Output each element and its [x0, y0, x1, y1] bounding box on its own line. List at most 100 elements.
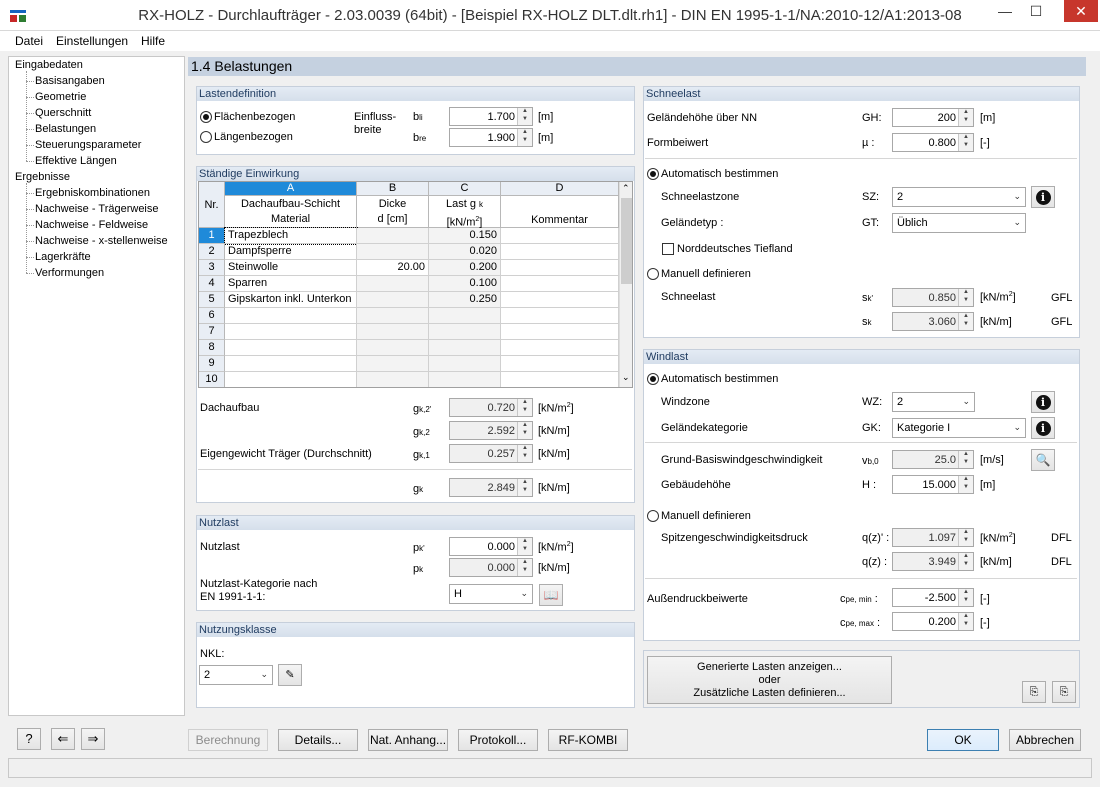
checkbox-norddeutsch[interactable] — [662, 243, 674, 255]
table-cell-last[interactable] — [429, 308, 501, 324]
table-scrollbar[interactable]: ⌃ ⌄ — [619, 182, 632, 387]
table-cell-dicke[interactable] — [357, 244, 429, 260]
table-cell-material[interactable] — [225, 340, 357, 356]
layers-table[interactable]: Nr. A B C D Dachaufbau-Schicht Material D… — [198, 181, 633, 388]
maximize-button[interactable]: ☐ — [1021, 0, 1051, 22]
row-number[interactable]: 6 — [199, 308, 225, 324]
table-cell-kommentar[interactable] — [501, 228, 619, 244]
scroll-thumb[interactable] — [621, 198, 632, 284]
pkp-input[interactable]: 0.000 — [449, 537, 533, 556]
row-number[interactable]: 2 — [199, 244, 225, 260]
table-cell-dicke[interactable] — [357, 324, 429, 340]
nav-eingabedaten[interactable]: Eingabedaten — [15, 59, 83, 71]
bli-input[interactable]: 1.700 — [449, 107, 533, 126]
radio-wind-auto[interactable] — [647, 373, 659, 385]
nav-steuerungsparameter[interactable]: Steuerungsparameter — [35, 139, 141, 151]
nkl-select[interactable]: 2 ⌄ — [199, 665, 273, 685]
rf-kombi-button[interactable]: RF-KOMBI — [548, 729, 628, 751]
table-cell-material[interactable] — [225, 308, 357, 324]
spinner-arrows[interactable] — [517, 129, 532, 146]
table-cell-dicke[interactable] — [357, 340, 429, 356]
table-cell-material[interactable]: Gipskarton inkl. Unterkon — [225, 292, 357, 308]
h-input[interactable]: 15.000 — [892, 475, 974, 494]
table-cell-dicke[interactable] — [357, 292, 429, 308]
table-cell-kommentar[interactable] — [501, 292, 619, 308]
table-cell-kommentar[interactable] — [501, 260, 619, 276]
sz-info-button[interactable]: i — [1031, 186, 1055, 208]
nav-effektive-laengen[interactable]: Effektive Längen — [35, 155, 117, 167]
col-letter-a[interactable]: A — [225, 182, 357, 196]
table-cell-last[interactable] — [429, 340, 501, 356]
row-number[interactable]: 8 — [199, 340, 225, 356]
spinner-arrows[interactable] — [958, 109, 973, 126]
table-cell-kommentar[interactable] — [501, 276, 619, 292]
nav-geometrie[interactable]: Geometrie — [35, 91, 86, 103]
cpemax-input[interactable]: 0.200 — [892, 612, 974, 631]
close-button[interactable]: ✕ — [1064, 0, 1098, 22]
spinner-arrows[interactable] — [958, 613, 973, 630]
table-cell-kommentar[interactable] — [501, 372, 619, 387]
mu-input[interactable]: 0.800 — [892, 133, 974, 152]
table-cell-last[interactable] — [429, 324, 501, 340]
table-cell-material[interactable]: Steinwolle — [225, 260, 357, 276]
details-button[interactable]: Details... — [278, 729, 358, 751]
help-button[interactable]: ? — [17, 728, 41, 750]
spinner-arrows[interactable] — [517, 538, 532, 555]
nav-verformungen[interactable]: Verformungen — [35, 267, 104, 279]
gk-info-button[interactable]: i — [1031, 417, 1055, 439]
table-cell-dicke[interactable] — [357, 308, 429, 324]
table-cell-dicke[interactable] — [357, 228, 429, 244]
import-button[interactable]: ⎘ — [1022, 681, 1046, 703]
radio-flaechenbezogen[interactable] — [200, 111, 212, 123]
wz-info-button[interactable]: i — [1031, 391, 1055, 413]
nav-nachweise-feldweise[interactable]: Nachweise - Feldweise — [35, 219, 148, 231]
export-button[interactable]: ⎘ — [1052, 681, 1076, 703]
table-cell-kommentar[interactable] — [501, 340, 619, 356]
table-cell-kommentar[interactable] — [501, 324, 619, 340]
abbrechen-button[interactable]: Abbrechen — [1009, 729, 1081, 751]
radio-wind-manuell[interactable] — [647, 510, 659, 522]
row-number[interactable]: 5 — [199, 292, 225, 308]
nav-ergebnisse[interactable]: Ergebnisse — [15, 171, 70, 183]
prev-button[interactable]: ⇐ — [51, 728, 75, 750]
row-number[interactable]: 4 — [199, 276, 225, 292]
table-cell-last[interactable]: 0.100 — [429, 276, 501, 292]
table-cell-material[interactable]: Trapezblech — [224, 227, 358, 245]
spinner-arrows[interactable] — [958, 134, 973, 151]
table-cell-dicke[interactable] — [357, 356, 429, 372]
radio-laengenbezogen[interactable] — [200, 131, 212, 143]
menu-datei[interactable]: Datei — [15, 34, 43, 48]
table-cell-last[interactable] — [429, 356, 501, 372]
row-number[interactable]: 7 — [199, 324, 225, 340]
radio-schnee-auto[interactable] — [647, 168, 659, 180]
nav-lagerkraefte[interactable]: Lagerkräfte — [35, 251, 91, 263]
table-cell-kommentar[interactable] — [501, 356, 619, 372]
table-cell-material[interactable]: Dampfsperre — [225, 244, 357, 260]
nav-belastungen[interactable]: Belastungen — [35, 123, 96, 135]
nat-anhang-button[interactable]: Nat. Anhang... — [368, 729, 448, 751]
table-cell-dicke[interactable] — [357, 276, 429, 292]
col-letter-c[interactable]: C — [429, 182, 501, 196]
table-cell-material[interactable]: Sparren — [225, 276, 357, 292]
table-cell-last[interactable]: 0.150 — [429, 228, 501, 244]
book-button[interactable]: 📖 — [539, 584, 563, 606]
radio-schnee-manuell[interactable] — [647, 268, 659, 280]
nav-querschnitt[interactable]: Querschnitt — [35, 107, 91, 119]
row-number[interactable]: 3 — [199, 260, 225, 276]
row-number[interactable]: 10 — [199, 372, 225, 387]
table-cell-kommentar[interactable] — [501, 244, 619, 260]
table-cell-last[interactable]: 0.250 — [429, 292, 501, 308]
protokoll-button[interactable]: Protokoll... — [458, 729, 538, 751]
table-cell-material[interactable] — [225, 356, 357, 372]
table-cell-last[interactable]: 0.200 — [429, 260, 501, 276]
table-cell-last[interactable]: 0.020 — [429, 244, 501, 260]
scroll-up-icon[interactable]: ⌃ — [622, 183, 630, 194]
menu-einstellungen[interactable]: Einstellungen — [56, 34, 128, 48]
cpemin-input[interactable]: -2.500 — [892, 588, 974, 607]
kategorie-select[interactable]: H ⌄ — [449, 584, 533, 604]
table-cell-dicke[interactable] — [357, 372, 429, 387]
spinner-arrows[interactable] — [958, 476, 973, 493]
wz-select[interactable]: 2 ⌄ — [892, 392, 975, 412]
table-cell-material[interactable] — [225, 372, 357, 387]
table-cell-material[interactable] — [225, 324, 357, 340]
